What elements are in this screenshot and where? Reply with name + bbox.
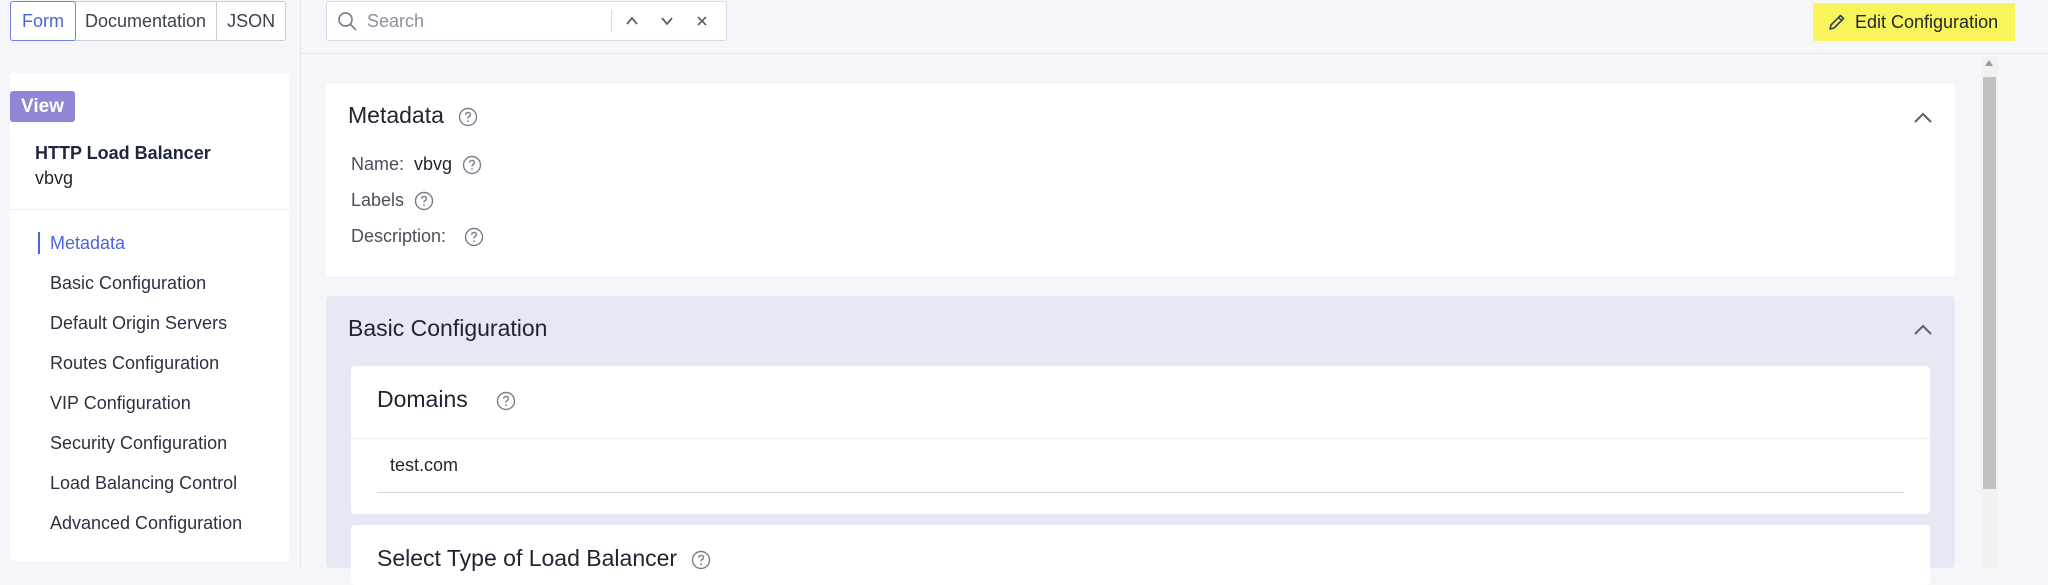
labels-field-row: Labels [351,190,434,211]
domains-divider [351,438,1930,439]
domains-subsection: Domains test.com [351,366,1930,514]
pencil-icon [1829,14,1845,30]
topbar-divider [301,53,2048,54]
nav-item-default-origin-servers[interactable]: Default Origin Servers [10,303,289,343]
metadata-section: Metadata Name: vbvg Labels Description: [326,84,1955,276]
search-box [326,1,727,41]
nav-item-routes-configuration[interactable]: Routes Configuration [10,343,289,383]
edit-configuration-label: Edit Configuration [1855,11,1999,32]
object-nav-panel: View HTTP Load Balancer vbvg Metadata Ba… [10,73,289,561]
domains-title: Domains [377,386,516,413]
metadata-title-text: Metadata [348,102,444,128]
domain-underline [377,492,1904,493]
tab-form[interactable]: Form [10,1,76,41]
object-name: vbvg [35,168,74,188]
help-icon[interactable] [496,391,516,411]
collapse-basic-configuration-button[interactable] [1911,318,1935,342]
view-mode-tabs: Form Documentation JSON [10,1,287,41]
description-field-row: Description: [351,226,484,247]
lb-type-subsection: Select Type of Load Balancer [351,525,1930,585]
nav-item-vip-configuration[interactable]: VIP Configuration [10,383,289,423]
nav-item-advanced-configuration[interactable]: Advanced Configuration [10,503,289,543]
basic-configuration-section: Basic Configuration Domains test.com Sel… [326,296,1955,585]
metadata-section-title: Metadata [348,102,478,129]
search-input[interactable] [365,9,601,33]
help-icon[interactable] [414,191,434,211]
search-divider [611,10,612,32]
domain-value: test.com [390,455,459,475]
collapse-metadata-button[interactable] [1911,106,1935,130]
labels-label: Labels [351,190,405,210]
left-column-divider [300,0,301,568]
panel-divider [10,209,289,210]
name-label: Name: [351,154,405,174]
chevron-up-icon [626,16,638,25]
description-label: Description: [351,226,447,246]
basic-configuration-title: Basic Configuration [348,315,548,341]
close-icon [697,16,707,26]
search-next-button[interactable] [652,6,682,36]
help-icon[interactable] [464,227,484,247]
help-icon[interactable] [458,107,478,127]
lb-type-title-text: Select Type of Load Balancer [377,545,678,571]
scrollbar-thumb[interactable] [1983,77,1996,489]
search-clear-button[interactable] [687,6,717,36]
object-kind-label: HTTP Load Balancer [35,143,211,163]
tab-documentation[interactable]: Documentation [75,2,218,40]
nav-item-metadata[interactable]: Metadata [10,223,289,263]
chevron-down-icon [661,17,673,26]
search-prev-button[interactable] [617,6,647,36]
nav-item-basic-configuration[interactable]: Basic Configuration [10,263,289,303]
nav-item-security-configuration[interactable]: Security Configuration [10,423,289,463]
view-mode-badge: View [10,91,75,122]
nav-item-load-balancing-control[interactable]: Load Balancing Control [10,463,289,503]
tab-json[interactable]: JSON [217,2,285,40]
section-nav: Metadata Basic Configuration Default Ori… [10,223,289,543]
edit-configuration-button[interactable]: Edit Configuration [1813,3,2015,41]
help-icon[interactable] [462,155,482,175]
name-value: vbvg [414,154,453,174]
help-icon[interactable] [691,550,711,570]
search-icon [338,12,357,31]
scroll-up-arrow-icon[interactable] [1985,60,1993,66]
domains-title-text: Domains [377,386,468,412]
name-field-row: Name: vbvg [351,154,482,175]
